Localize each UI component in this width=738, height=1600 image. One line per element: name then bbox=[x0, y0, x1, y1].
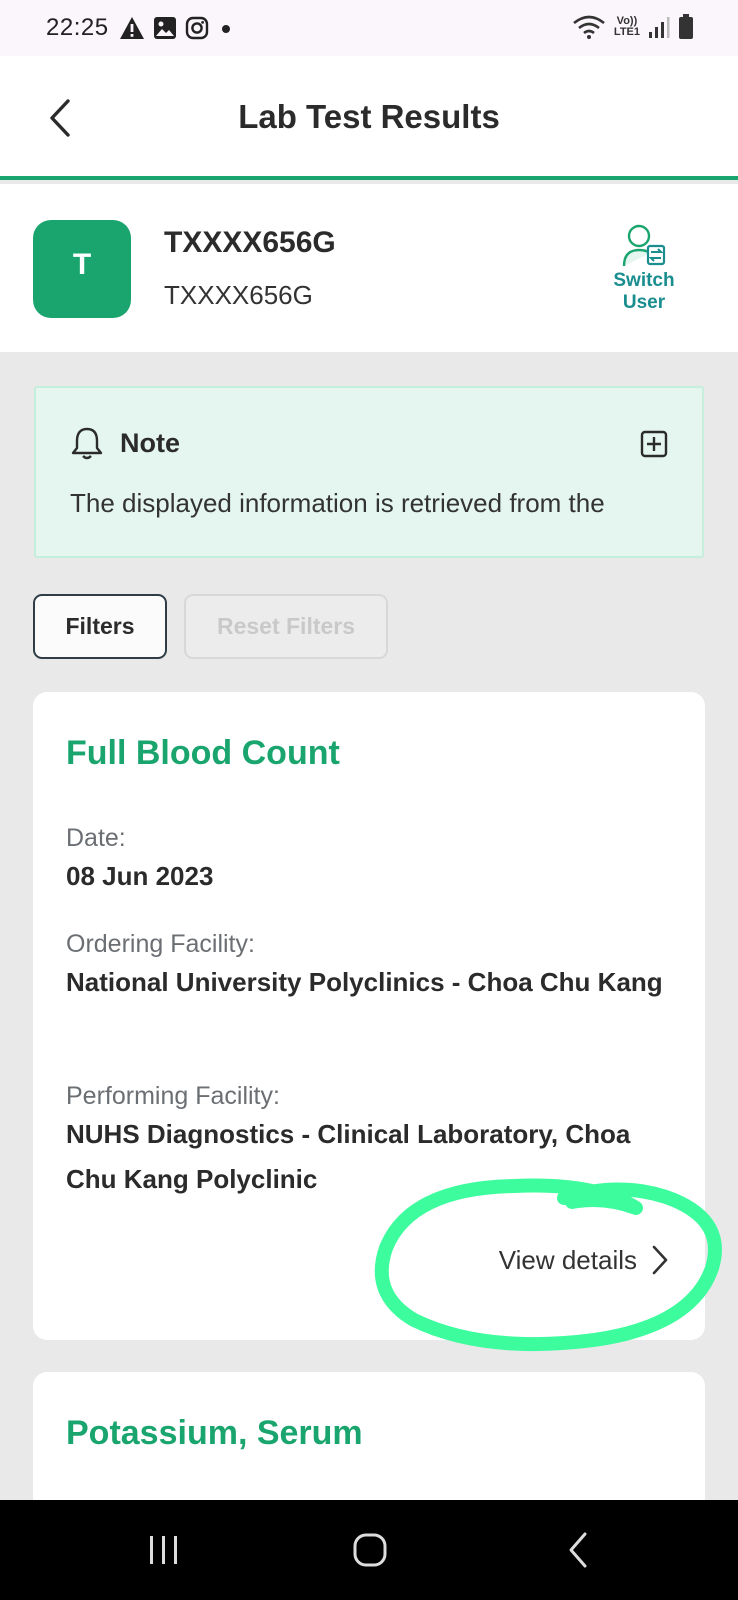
recent-apps-button[interactable] bbox=[134, 1528, 194, 1572]
bell-icon bbox=[71, 427, 103, 460]
recent-apps-icon bbox=[150, 1536, 177, 1564]
back-nav-button[interactable] bbox=[548, 1528, 608, 1572]
switch-user-label-line1: Switch bbox=[613, 270, 675, 291]
reset-filters-button[interactable]: Reset Filters bbox=[184, 594, 388, 659]
note-title: Note bbox=[120, 428, 180, 458]
switch-user-icon bbox=[622, 224, 666, 267]
avatar: T bbox=[33, 220, 131, 318]
switch-user-label-line2: User bbox=[622, 292, 666, 313]
ordering-facility-value: National University Polyclinics - Choa C… bbox=[66, 967, 663, 997]
battery-icon bbox=[679, 14, 693, 39]
instagram-icon bbox=[185, 16, 208, 40]
signal-icon bbox=[649, 17, 670, 38]
note-text: The displayed information is retrieved f… bbox=[70, 488, 605, 518]
notification-icons bbox=[119, 16, 235, 40]
view-details-label: View details bbox=[498, 1244, 637, 1275]
dot-icon bbox=[221, 25, 230, 33]
status-time: 22:25 bbox=[46, 14, 109, 41]
status-bar: 22:25 Vo)) LTE1 bbox=[0, 0, 738, 56]
profile-name: TXXXX656G bbox=[164, 226, 336, 259]
network-label: Vo)) LTE1 bbox=[613, 15, 640, 38]
back-nav-icon bbox=[569, 1532, 587, 1568]
result-title: Full Blood Count bbox=[66, 734, 340, 772]
warning-icon bbox=[119, 17, 144, 39]
profile-section: T TXXXX656G TXXXX656G Switch User bbox=[0, 184, 738, 352]
result-title: Potassium, Serum bbox=[66, 1414, 363, 1452]
system-nav-bar bbox=[0, 1500, 738, 1600]
home-icon bbox=[353, 1533, 387, 1567]
performing-facility-label: Performing Facility: bbox=[66, 1082, 280, 1110]
wifi-icon bbox=[573, 15, 605, 39]
switch-user-button[interactable]: Switch User bbox=[604, 222, 684, 314]
app-header: Lab Test Results bbox=[0, 56, 738, 180]
ordering-facility-label: Ordering Facility: bbox=[66, 930, 255, 958]
system-icons: Vo)) LTE1 bbox=[572, 14, 694, 40]
date-label: Date: bbox=[66, 824, 126, 852]
date-value: 08 Jun 2023 bbox=[66, 861, 214, 891]
note-panel: Note The displayed information is retrie… bbox=[34, 386, 704, 558]
result-card[interactable]: Potassium, Serum bbox=[33, 1372, 705, 1512]
filters-button[interactable]: Filters bbox=[33, 594, 167, 659]
home-button[interactable] bbox=[340, 1528, 400, 1572]
image-icon bbox=[153, 17, 176, 39]
expand-plus-icon[interactable] bbox=[640, 430, 668, 458]
page-title: Lab Test Results bbox=[238, 98, 500, 135]
chevron-right-icon bbox=[652, 1245, 668, 1275]
view-details-link[interactable]: View details bbox=[499, 1244, 669, 1276]
performing-facility-value: NUHS Diagnostics - Clinical Laboratory, … bbox=[66, 1119, 631, 1194]
result-card[interactable]: Full Blood Count Date: 08 Jun 2023 Order… bbox=[33, 692, 705, 1340]
profile-id: TXXXX656G bbox=[164, 280, 313, 310]
